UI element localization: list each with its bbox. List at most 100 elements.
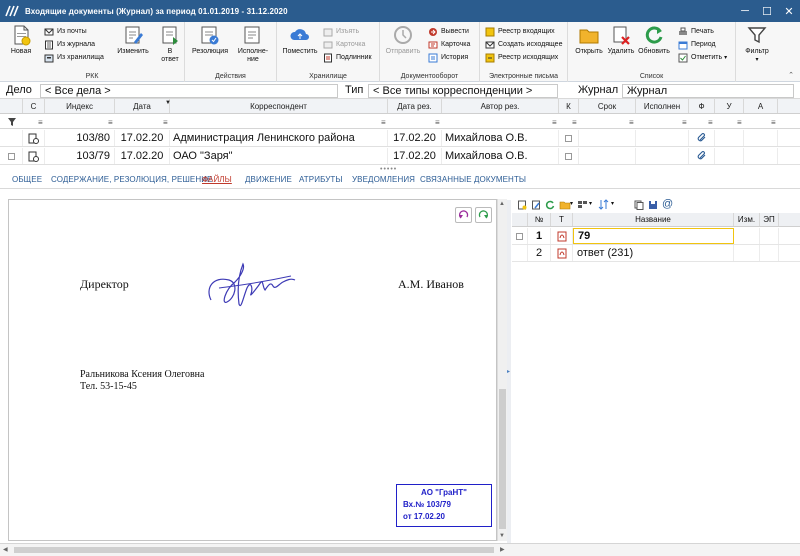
- column-header[interactable]: Автор рез.: [442, 99, 559, 113]
- refresh-icon[interactable]: [545, 200, 555, 210]
- close-icon[interactable]: ✕: [778, 0, 800, 22]
- registry-in-button[interactable]: Реестр входящих: [485, 26, 555, 37]
- filter-marker-icon[interactable]: ≡: [737, 118, 742, 127]
- save-icon[interactable]: [648, 200, 658, 210]
- delete-button[interactable]: Удалить: [606, 24, 636, 56]
- filter-icon[interactable]: [7, 117, 17, 127]
- paperclip-icon[interactable]: [689, 130, 715, 146]
- chevron-down-icon[interactable]: ▾: [570, 200, 573, 207]
- email-icon[interactable]: @: [662, 198, 673, 210]
- registry-out-button[interactable]: Реестр исходящих: [485, 52, 558, 63]
- column-header[interactable]: Ф: [689, 99, 715, 113]
- maximize-icon[interactable]: ☐: [756, 0, 778, 22]
- file-name[interactable]: ответ (231): [573, 245, 734, 261]
- tab-attributes[interactable]: АТРИБУТЫ: [299, 175, 343, 184]
- extract-button[interactable]: Изъять: [323, 26, 359, 37]
- horizontal-scrollbar[interactable]: ◀ ▶: [0, 543, 800, 556]
- collapse-ribbon-icon[interactable]: ⌃: [788, 71, 794, 79]
- tab-movement[interactable]: ДВИЖЕНИЕ: [245, 175, 292, 184]
- file-selector[interactable]: [512, 245, 528, 261]
- hscrollbar-thumb[interactable]: [14, 547, 494, 553]
- rotate-right-button[interactable]: [475, 207, 492, 223]
- filter-marker-icon[interactable]: ≡: [771, 118, 776, 127]
- storage-card-button[interactable]: Карточка: [323, 39, 365, 50]
- control-checkbox[interactable]: [559, 130, 579, 146]
- filter-marker-icon[interactable]: ≡: [552, 118, 557, 127]
- column-header[interactable]: К: [559, 99, 579, 113]
- filter-marker-icon[interactable]: ≡: [38, 118, 43, 127]
- from-storage-button[interactable]: Из хранилища: [44, 52, 104, 63]
- tab-general[interactable]: ОБЩЕЕ: [12, 175, 42, 184]
- create-out-button[interactable]: Создать исходящее: [485, 39, 562, 50]
- view-mode-icon[interactable]: [577, 200, 589, 210]
- files-column-header[interactable]: Название: [573, 213, 734, 226]
- file-row[interactable]: 1 79: [512, 228, 800, 245]
- control-checkbox[interactable]: [559, 148, 579, 164]
- row-checkbox[interactable]: [0, 148, 23, 164]
- resolution-button[interactable]: Резолюция: [189, 24, 231, 56]
- column-header[interactable]: Срок: [579, 99, 636, 113]
- open-button[interactable]: Открыть: [573, 24, 605, 56]
- filter-button[interactable]: Фильтр ▾: [740, 24, 774, 64]
- from-mail-button[interactable]: Из почты: [44, 26, 87, 37]
- history-button[interactable]: История: [428, 52, 468, 63]
- minimize-icon[interactable]: ─: [734, 0, 756, 22]
- column-header[interactable]: Индекс: [45, 99, 115, 113]
- column-header[interactable]: Дата: [115, 99, 170, 113]
- chevron-down-icon[interactable]: ▾: [611, 200, 614, 207]
- files-column-header[interactable]: ЭП: [760, 213, 779, 226]
- file-name[interactable]: 79: [573, 228, 734, 244]
- filter-marker-icon[interactable]: ≡: [435, 118, 440, 127]
- table-row[interactable]: 103/79 17.02.20 ОАО "Заря" 17.02.20 Миха…: [0, 148, 800, 165]
- original-button[interactable]: Подлинник: [323, 52, 372, 63]
- table-row[interactable]: 103/80 17.02.20 Администрация Ленинского…: [0, 130, 800, 147]
- copy-icon[interactable]: [634, 200, 644, 210]
- print-button[interactable]: Печать: [678, 26, 714, 37]
- scroll-left-icon[interactable]: ◀: [3, 546, 8, 553]
- type-select[interactable]: < Все типы корреспонденции >: [368, 84, 558, 98]
- tab-notifications[interactable]: УВЕДОМЛЕНИЯ: [352, 175, 415, 184]
- docflow-card-button[interactable]: Карточка: [428, 39, 470, 50]
- filter-marker-icon[interactable]: ≡: [629, 118, 634, 127]
- edit-button[interactable]: Изменить: [113, 24, 153, 56]
- send-button[interactable]: Отправить: [383, 24, 423, 56]
- tab-content[interactable]: СОДЕРЖАНИЕ, РЕЗОЛЮЦИЯ, РЕШЕНИЕ: [51, 175, 212, 184]
- sort-icon[interactable]: [598, 199, 610, 210]
- tab-files[interactable]: ФАЙЛЫ: [202, 175, 232, 184]
- scroll-right-icon[interactable]: ▶: [500, 546, 505, 553]
- output-button[interactable]: Вывести: [428, 26, 469, 37]
- document-scrollbar[interactable]: ▲ ▼: [497, 199, 507, 541]
- column-header[interactable]: Исполнен: [636, 99, 689, 113]
- column-header[interactable]: Дата рез.: [388, 99, 442, 113]
- column-header[interactable]: Корреспондент: [170, 99, 388, 113]
- filter-marker-icon[interactable]: ≡: [163, 118, 168, 127]
- add-file-icon[interactable]: [517, 200, 527, 210]
- scrollbar-thumb[interactable]: [499, 389, 506, 529]
- filter-marker-icon[interactable]: ≡: [381, 118, 386, 127]
- file-checkbox[interactable]: [512, 228, 528, 244]
- collapse-panel-icon[interactable]: ▸: [507, 368, 510, 375]
- edit-file-icon[interactable]: [531, 200, 541, 210]
- column-header[interactable]: А: [744, 99, 778, 113]
- chevron-down-icon[interactable]: ▾: [589, 200, 592, 207]
- scroll-down-icon[interactable]: ▼: [499, 533, 505, 539]
- mark-button[interactable]: Отметить ▾: [678, 52, 727, 63]
- filter-marker-icon[interactable]: ≡: [682, 118, 687, 127]
- file-row[interactable]: 2 ответ (231): [512, 245, 800, 262]
- execution-button[interactable]: Исполне-ние: [233, 24, 273, 64]
- filter-marker-icon[interactable]: ≡: [708, 118, 713, 127]
- column-header[interactable]: У: [715, 99, 744, 113]
- filter-marker-icon[interactable]: ≡: [572, 118, 577, 127]
- column-header[interactable]: С: [23, 99, 45, 113]
- new-button[interactable]: Новая: [6, 24, 36, 56]
- select-all-column[interactable]: [0, 99, 23, 113]
- period-button[interactable]: Период: [678, 39, 716, 50]
- files-column-header[interactable]: Изм.: [734, 213, 760, 226]
- row-selector[interactable]: [0, 130, 23, 146]
- select-column[interactable]: [512, 213, 528, 226]
- tab-related-documents[interactable]: СВЯЗАННЫЕ ДОКУМЕНТЫ: [420, 175, 526, 184]
- place-button[interactable]: Поместить: [280, 24, 320, 56]
- scroll-up-icon[interactable]: ▲: [499, 201, 505, 207]
- in-answer-button[interactable]: В ответ: [157, 24, 183, 64]
- files-column-header[interactable]: №: [528, 213, 551, 226]
